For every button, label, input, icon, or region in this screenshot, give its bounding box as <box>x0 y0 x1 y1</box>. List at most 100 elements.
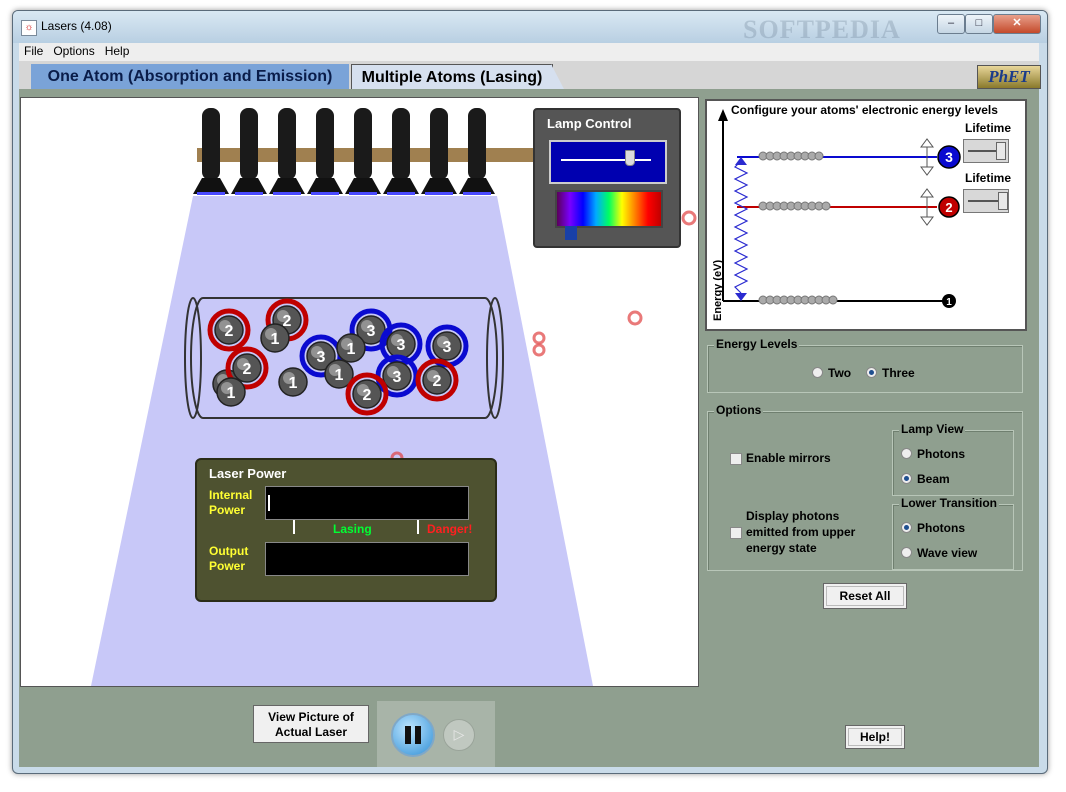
enable-mirrors-checkbox[interactable]: Enable mirrors <box>730 450 831 466</box>
level-2-lifetime-label: Lifetime <box>965 171 1012 185</box>
internal-power-meter <box>265 486 469 520</box>
menu-file[interactable]: File <box>19 43 48 58</box>
minimize-button[interactable]: – <box>937 14 965 34</box>
view-picture-button[interactable]: View Picture of Actual Laser <box>253 705 369 743</box>
level-2-lifetime-slider[interactable] <box>963 189 1009 213</box>
level-2-number: 2 <box>945 200 952 215</box>
internal-power-label: Internal Power <box>209 488 252 518</box>
output-power-label-1: Output <box>209 544 249 558</box>
slider-thumb[interactable] <box>996 142 1006 160</box>
lamp-view-title: Lamp View <box>899 422 966 436</box>
level-atom-icon <box>828 295 838 305</box>
lamp-glow <box>463 192 491 195</box>
laser-power-title: Laser Power <box>209 466 287 481</box>
atom-label: 3 <box>367 323 376 340</box>
radio-lower-photons[interactable]: Photons <box>901 521 965 535</box>
step-button[interactable]: ▷ <box>443 719 475 751</box>
simulation-canvas[interactable]: 2211333231113221 Lamp Control Laser Powe… <box>20 97 699 687</box>
lamp-base <box>307 178 343 194</box>
atom-label: 1 <box>347 341 356 358</box>
menu-help[interactable]: Help <box>100 43 135 58</box>
lamp-beam <box>91 196 593 686</box>
output-power-meter <box>265 542 469 576</box>
options-title: Options <box>714 403 764 417</box>
maximize-button[interactable]: □ <box>965 14 993 34</box>
atom-label: 3 <box>443 339 452 356</box>
lamp-glow <box>387 192 415 195</box>
lamp-base <box>383 178 419 194</box>
lamp-intensity-slider[interactable] <box>549 140 667 184</box>
radio-dot-selected <box>901 473 912 484</box>
lamp-icon <box>316 108 334 180</box>
radio-two-levels[interactable]: Two <box>812 366 851 380</box>
radio-dot <box>901 547 912 558</box>
lower-transition-group: Lower Transition Photons Wave view <box>892 496 1014 570</box>
lamp-control-title: Lamp Control <box>547 116 632 131</box>
view-picture-line-2: Actual Laser <box>274 725 348 739</box>
lamp-base <box>421 178 457 194</box>
lamp-icon <box>430 108 448 180</box>
options-group: Options Enable mirrors Display photons em… <box>707 403 1023 571</box>
danger-tick <box>417 520 419 534</box>
level-3-lifetime-slider[interactable] <box>963 139 1009 163</box>
internal-power-label-2: Power <box>209 503 246 517</box>
tab-strip: One Atom (Absorption and Emission) Multi… <box>19 61 1041 91</box>
radio-three-label: Three <box>882 366 915 380</box>
help-button[interactable]: Help! <box>845 725 905 749</box>
checkbox-box <box>730 453 742 465</box>
lamp-icon <box>468 108 486 180</box>
lamp-base <box>459 178 495 194</box>
slider-thumb[interactable] <box>998 192 1008 210</box>
pause-button[interactable] <box>391 713 435 757</box>
display-photons-checkbox[interactable]: Display photons emitted from upper energy … <box>730 508 855 556</box>
energy-diagram: 3 2 1 Energy (eV) <box>712 109 961 321</box>
clock-control-panel: ▷ <box>377 701 495 767</box>
lamp-glow <box>311 192 339 195</box>
photon-icon <box>681 210 697 226</box>
level-1-number: 1 <box>946 297 952 308</box>
atom-label: 2 <box>243 361 252 378</box>
radio-wave-view-label: Wave view <box>917 546 978 560</box>
photon-icon <box>627 310 643 326</box>
output-power-label: Output Power <box>209 544 248 574</box>
atom-label: 3 <box>397 337 406 354</box>
lamp-view-group: Lamp View Photons Beam <box>892 422 1014 496</box>
atom-label: 1 <box>335 367 344 384</box>
slider-thumb[interactable] <box>624 150 635 166</box>
title-bar: ☼ Lasers (4.08) SOFTPEDIA – □ ✕ <box>13 11 1047 44</box>
lower-transition-title: Lower Transition <box>899 496 1000 510</box>
lamp-glow <box>235 192 263 195</box>
watermark: SOFTPEDIA <box>743 15 901 44</box>
lamp-icon <box>240 108 258 180</box>
checkbox-box <box>730 527 742 539</box>
lamp-glow <box>197 192 225 195</box>
tab-one-atom[interactable]: One Atom (Absorption and Emission) <box>31 64 349 90</box>
wavelength-spectrum[interactable] <box>555 190 663 228</box>
lamp-icon <box>278 108 296 180</box>
menu-options[interactable]: Options <box>48 43 99 58</box>
radio-three-levels[interactable]: Three <box>866 366 915 380</box>
window-title: Lasers (4.08) <box>41 19 112 33</box>
reset-all-button[interactable]: Reset All <box>823 583 907 609</box>
radio-dot-selected <box>901 522 912 533</box>
close-button[interactable]: ✕ <box>993 14 1041 34</box>
atom-label: 1 <box>271 331 280 348</box>
radio-lamp-photons-label: Photons <box>917 447 965 461</box>
lamp-icon <box>392 108 410 180</box>
wavelength-marker[interactable] <box>565 226 577 240</box>
radio-dot <box>812 367 823 378</box>
radio-wave-view[interactable]: Wave view <box>901 546 977 560</box>
view-picture-line-1: View Picture of <box>268 710 354 724</box>
energy-levels-title: Energy Levels <box>714 337 800 351</box>
tab-edge <box>551 64 565 91</box>
lamp-base <box>345 178 381 194</box>
radio-lamp-beam[interactable]: Beam <box>901 472 950 486</box>
app-window: ☼ Lasers (4.08) SOFTPEDIA – □ ✕ File Opti… <box>12 10 1048 774</box>
atom-label: 2 <box>225 323 234 340</box>
menu-bar: File Options Help <box>19 43 1039 61</box>
atom-label: 2 <box>433 373 442 390</box>
photon-icon <box>532 331 546 345</box>
tab-multiple-atoms[interactable]: Multiple Atoms (Lasing) <box>351 64 553 91</box>
radio-lamp-photons[interactable]: Photons <box>901 447 965 461</box>
energy-levels-panel: Configure your atoms' electronic energy … <box>705 99 1027 331</box>
